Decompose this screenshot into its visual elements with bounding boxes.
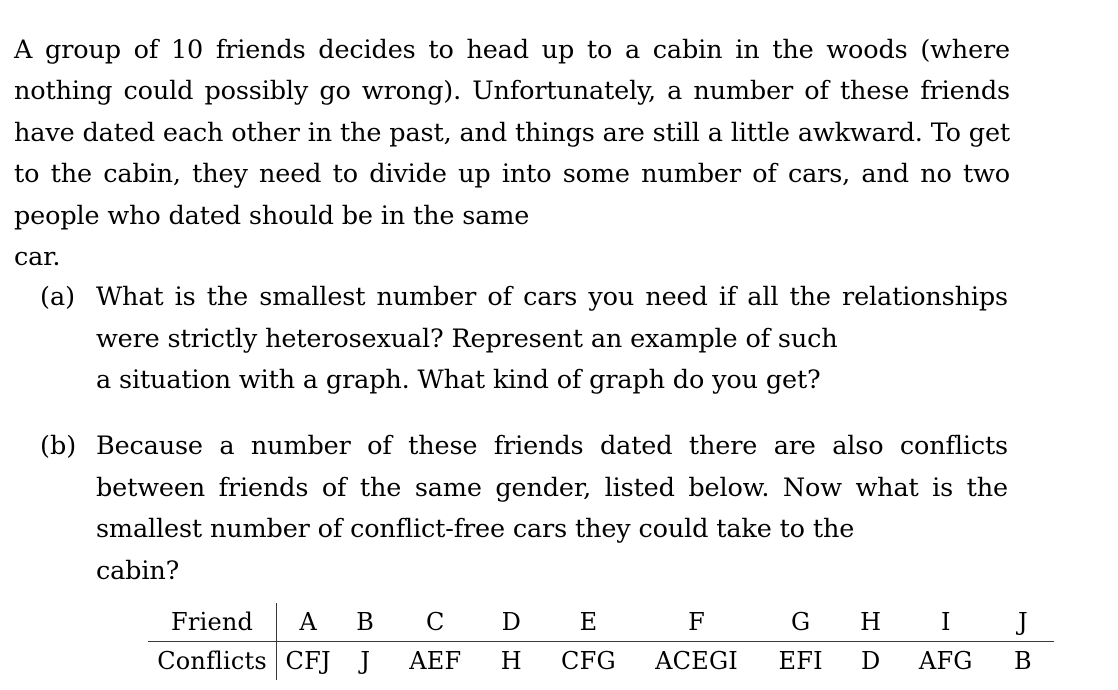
conflicts-table-wrapper: Friend A B C D E F G H I J Conflicts CFJ… <box>148 603 1054 687</box>
list-item-b-label: (b) <box>40 431 77 461</box>
list-item-b-text: Because a number of these friends dated … <box>96 431 1008 544</box>
conflicts-cell-10: B <box>1014 647 1032 675</box>
conflicts-cell-3: AEF <box>409 647 462 675</box>
list-item-b: (b) Because a number of these friends da… <box>40 426 1010 592</box>
table-row-conflicts: Conflicts CFJ J AEF H CFG ACEGI EFI D AF… <box>148 641 1054 680</box>
friend-cell-7: G <box>759 603 842 642</box>
intro-text: A group of 10 friends decides to head up… <box>14 34 1010 231</box>
conflicts-cell-2: J <box>360 647 371 675</box>
row-header-conflicts: Conflicts <box>148 641 278 680</box>
list-item-a-text: What is the smallest number of cars you … <box>96 282 1008 354</box>
friend-cell-6: F <box>633 603 760 642</box>
friend-cell-10: J <box>991 603 1054 642</box>
friend-cell-3: C <box>391 603 480 642</box>
friend-cell-2: B <box>339 603 392 642</box>
intro-last-line: car. <box>14 242 61 272</box>
list-item-b-body: Because a number of these friends dated … <box>96 426 1008 592</box>
table-row-friend: Friend A B C D E F G H I J <box>148 603 1054 642</box>
list-item-a: (a) What is the smallest number of cars … <box>40 277 1010 402</box>
conflicts-table: Friend A B C D E F G H I J Conflicts CFJ… <box>148 603 1054 680</box>
list-item-a-label: (a) <box>40 282 76 312</box>
friend-cell-9: I <box>899 603 992 642</box>
friend-cell-8: H <box>841 603 900 642</box>
conflicts-cell-8: D <box>861 647 881 675</box>
conflicts-cell-4: H <box>500 647 522 675</box>
friend-cell-5: E <box>543 603 634 642</box>
row-header-friend: Friend <box>148 603 278 642</box>
conflicts-cell-5: CFG <box>561 647 616 675</box>
list-item-a-body: What is the smallest number of cars you … <box>96 277 1008 402</box>
conflicts-cell-6: ACEGI <box>655 647 738 675</box>
list-item-a-last-line: a situation with a graph. What kind of g… <box>96 365 821 395</box>
friend-cell-1: A <box>276 603 340 642</box>
conflicts-cell-1: CFJ <box>285 647 331 675</box>
list-item-b-last-line: cabin? <box>96 555 180 586</box>
friend-cell-4: D <box>479 603 544 642</box>
intro-paragraph: A group of 10 friends decides to head up… <box>14 30 1010 279</box>
conflicts-cell-9: AFG <box>918 647 973 675</box>
document-page: A group of 10 friends decides to head up… <box>0 0 1118 690</box>
conflicts-cell-7: EFI <box>778 647 823 675</box>
